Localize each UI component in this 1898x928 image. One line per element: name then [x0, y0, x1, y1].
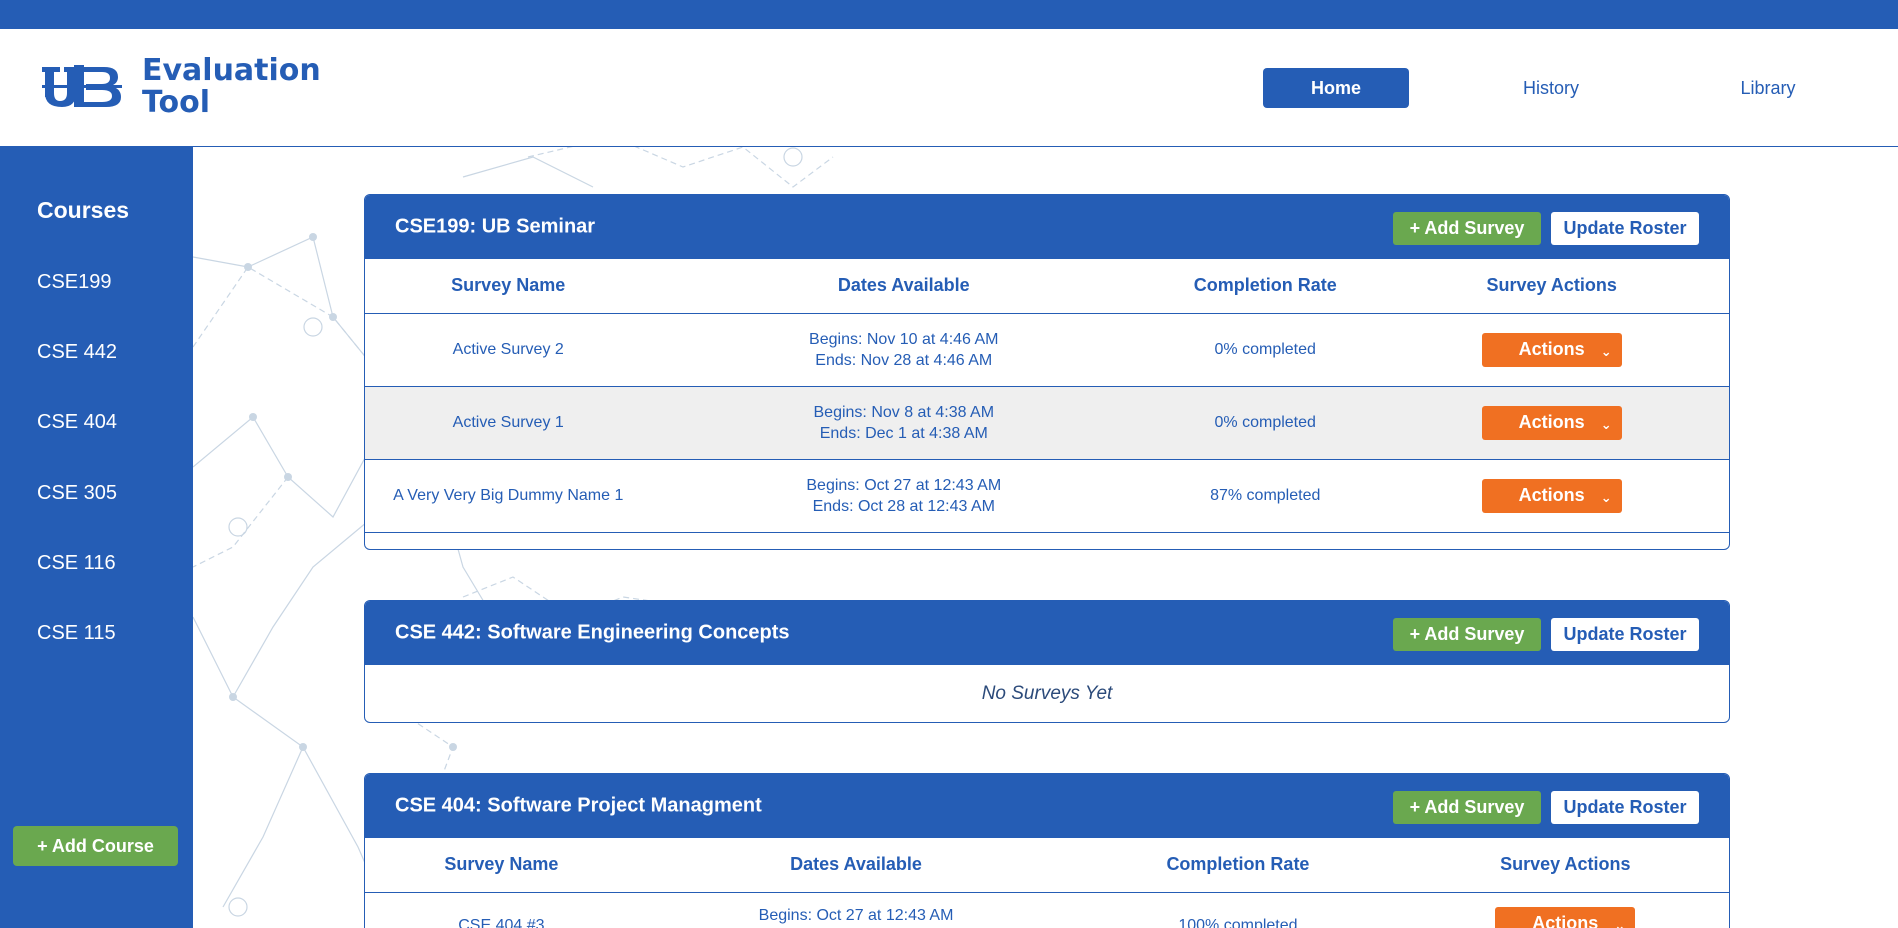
nav-library-link[interactable]: Library	[1695, 68, 1841, 108]
sidebar-item-cse199[interactable]: CSE199	[37, 271, 112, 294]
table-row: Active Survey 2 Begins: Nov 10 at 4:46 A…	[365, 313, 1729, 387]
actions-dropdown-button[interactable]: Actions ⌄	[1481, 405, 1622, 440]
table-row: CSE 404 #3 Begins: Oct 27 at 12:43 AM 10…	[365, 892, 1729, 928]
header-completion-rate: Completion Rate	[1074, 838, 1402, 893]
header-survey-actions: Survey Actions	[1374, 259, 1729, 314]
header-survey-name: Survey Name	[365, 838, 638, 893]
add-survey-button[interactable]: + Add Survey	[1393, 212, 1541, 245]
survey-begins: Begins: Oct 27 at 12:43 AM	[806, 476, 1002, 494]
header-survey-actions: Survey Actions	[1401, 838, 1729, 893]
course-card-header: CSE 404: Software Project Managment + Ad…	[365, 774, 1729, 838]
survey-dates: Begins: Nov 8 at 4:38 AM Ends: Dec 1 at …	[651, 386, 1157, 460]
survey-actions-cell: Actions ⌄	[1374, 386, 1729, 460]
survey-begins: Begins: Nov 8 at 4:38 AM	[813, 403, 995, 421]
nav-history-link[interactable]: History	[1478, 68, 1624, 108]
sidebar-item-cse404[interactable]: CSE 404	[37, 411, 117, 434]
survey-actions-cell: Actions ⌄	[1374, 459, 1729, 533]
header-dates-available: Dates Available	[651, 259, 1157, 314]
course-card-header: CSE 442: Software Engineering Concepts +…	[365, 601, 1729, 665]
course-title: CSE 404: Software Project Managment	[395, 794, 762, 817]
survey-name: Active Survey 1	[365, 386, 652, 460]
add-course-button[interactable]: + Add Course	[13, 826, 178, 866]
survey-ends: Ends: Dec 1 at 4:38 AM	[819, 424, 988, 442]
app-title-line1: Evaluation	[142, 53, 321, 88]
survey-name: A Very Very Big Dummy Name 1	[365, 459, 652, 533]
survey-ends: Ends: Nov 28 at 4:46 AM	[815, 351, 993, 369]
survey-dates: Begins: Oct 27 at 12:43 AM Ends: Oct 28 …	[651, 459, 1157, 533]
courses-sidebar: Courses CSE199 CSE 442 CSE 404 CSE 305 C…	[0, 147, 193, 928]
survey-actions-cell: Actions ⌄	[1374, 313, 1729, 387]
ub-logo-icon	[42, 65, 122, 107]
top-accent-bar	[0, 0, 1898, 29]
header-survey-name: Survey Name	[365, 259, 652, 314]
nav-home-button[interactable]: Home	[1263, 68, 1409, 108]
add-survey-button[interactable]: + Add Survey	[1393, 618, 1541, 651]
table-row: Active Survey 1 Begins: Nov 8 at 4:38 AM…	[365, 386, 1729, 460]
course-card-cse199: CSE199: UB Seminar + Add Survey Update R…	[364, 194, 1730, 550]
no-surveys-message: No Surveys Yet	[981, 683, 1113, 704]
header-dates-available: Dates Available	[637, 838, 1075, 893]
update-roster-button[interactable]: Update Roster	[1551, 791, 1699, 824]
app-title: Evaluation Tool	[142, 55, 321, 119]
course-card-cse404: CSE 404: Software Project Managment + Ad…	[364, 773, 1730, 928]
survey-dates: Begins: Nov 10 at 4:46 AM Ends: Nov 28 a…	[651, 313, 1157, 387]
survey-name: Active Survey 2	[365, 313, 652, 387]
chevron-down-icon: ⌄	[1600, 343, 1612, 359]
app-title-line2: Tool	[142, 85, 210, 120]
actions-label: Actions	[1518, 485, 1585, 505]
chevron-down-icon: ⌄	[1614, 917, 1626, 928]
table-row: A Very Very Big Dummy Name 1 Begins: Oct…	[365, 459, 1729, 533]
actions-dropdown-button[interactable]: Actions ⌄	[1481, 478, 1622, 513]
actions-label: Actions	[1532, 913, 1599, 928]
update-roster-button[interactable]: Update Roster	[1551, 618, 1699, 651]
actions-dropdown-button[interactable]: Actions ⌄	[1495, 906, 1636, 928]
survey-completion: 87% completed	[1156, 459, 1375, 533]
sidebar-item-cse116[interactable]: CSE 116	[37, 552, 116, 575]
survey-dates: Begins: Oct 27 at 12:43 AM	[637, 892, 1075, 928]
course-card-header: CSE199: UB Seminar + Add Survey Update R…	[365, 195, 1729, 259]
update-roster-button[interactable]: Update Roster	[1551, 212, 1699, 245]
survey-ends: Ends: Oct 28 at 12:43 AM	[812, 497, 995, 515]
survey-name: CSE 404 #3	[365, 892, 638, 928]
sidebar-title: Courses	[37, 197, 130, 223]
survey-table: Survey Name Dates Available Completion R…	[365, 259, 1729, 533]
survey-actions-cell: Actions ⌄	[1401, 892, 1729, 928]
survey-completion: 100% completed	[1074, 892, 1402, 928]
chevron-down-icon: ⌄	[1600, 489, 1612, 505]
sidebar-item-cse115[interactable]: CSE 115	[37, 622, 116, 645]
sidebar-item-cse442[interactable]: CSE 442	[37, 341, 117, 364]
sidebar-item-cse305[interactable]: CSE 305	[37, 482, 117, 505]
chevron-down-icon: ⌄	[1600, 416, 1612, 432]
actions-dropdown-button[interactable]: Actions ⌄	[1481, 332, 1622, 367]
actions-label: Actions	[1518, 339, 1585, 359]
survey-table: Survey Name Dates Available Completion R…	[365, 838, 1729, 928]
survey-begins: Begins: Nov 10 at 4:46 AM	[809, 330, 999, 348]
survey-completion: 0% completed	[1156, 386, 1375, 460]
survey-completion: 0% completed	[1156, 313, 1375, 387]
add-survey-button[interactable]: + Add Survey	[1393, 791, 1541, 824]
course-title: CSE199: UB Seminar	[395, 215, 596, 238]
header-completion-rate: Completion Rate	[1156, 259, 1375, 314]
survey-begins: Begins: Oct 27 at 12:43 AM	[758, 906, 954, 924]
actions-label: Actions	[1518, 412, 1585, 432]
app-header: Evaluation Tool Home History Library	[0, 29, 1898, 147]
card-footer-spacer	[365, 533, 1729, 549]
main-content: CSE199: UB Seminar + Add Survey Update R…	[193, 147, 1898, 928]
course-card-cse442: CSE 442: Software Engineering Concepts +…	[364, 600, 1730, 723]
course-title: CSE 442: Software Engineering Concepts	[395, 621, 790, 644]
